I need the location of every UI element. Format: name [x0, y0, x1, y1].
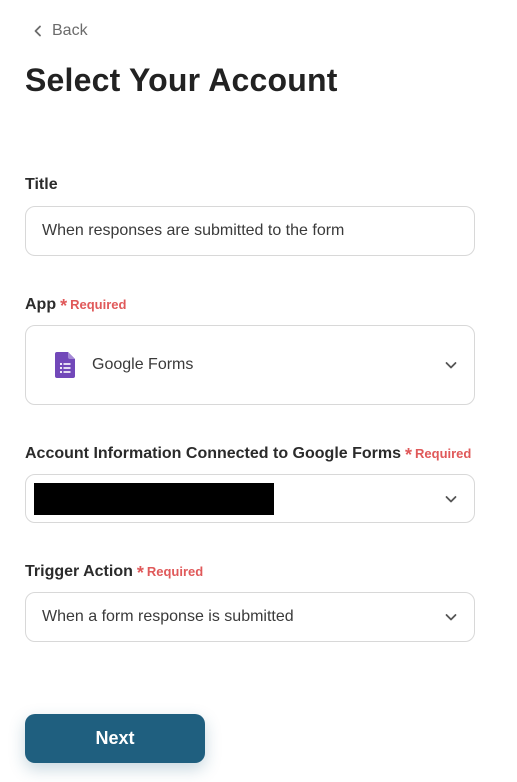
next-button[interactable]: Next [25, 714, 205, 763]
title-input-value: When responses are submitted to the form [42, 222, 345, 239]
required-text: Required [415, 446, 472, 461]
title-label-text: Title [25, 176, 58, 193]
trigger-action-select[interactable]: When a form response is submitted [25, 592, 475, 642]
trigger-label-text: Trigger Action [25, 563, 133, 580]
asterisk-icon: * [136, 563, 144, 583]
app-select-value: Google Forms [92, 356, 194, 373]
app-label-text: App [25, 296, 57, 313]
app-select[interactable]: Google Forms [25, 325, 475, 405]
required-text: Required [70, 297, 127, 312]
back-link[interactable]: Back [32, 22, 88, 40]
account-label-text: Account Information Connected to Google … [25, 445, 401, 462]
account-field-label: Account Information Connected to Google … [25, 443, 472, 465]
title-field-label: Title [25, 176, 58, 194]
redacted-account-value [34, 483, 274, 515]
trigger-select-value: When a form response is submitted [42, 608, 294, 625]
google-forms-icon [55, 352, 75, 378]
chevron-down-icon [445, 614, 457, 621]
account-select[interactable] [25, 474, 475, 523]
select-account-page: Back Select Your Account Title When resp… [0, 0, 517, 782]
chevron-down-icon [445, 495, 457, 502]
required-marker: * Required [60, 294, 127, 316]
trigger-field-label: Trigger Action * Required [25, 561, 204, 583]
chevron-down-icon [445, 362, 457, 369]
back-label: Back [52, 22, 88, 39]
chevron-left-icon [34, 25, 41, 37]
required-marker: * Required [136, 561, 204, 583]
required-text: Required [146, 564, 204, 579]
asterisk-icon: * [60, 296, 68, 316]
required-marker: * Required [405, 443, 472, 465]
app-field-label: App * Required [25, 294, 127, 316]
title-input[interactable]: When responses are submitted to the form [25, 206, 475, 256]
page-title: Select Your Account [25, 62, 338, 98]
asterisk-icon: * [405, 445, 413, 465]
